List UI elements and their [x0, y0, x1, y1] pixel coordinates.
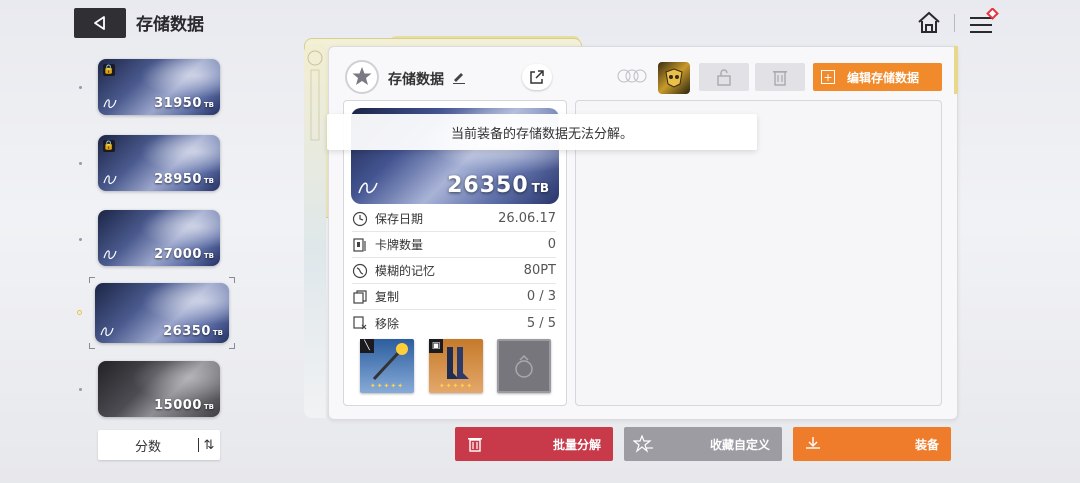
storage-card-4-selected[interactable]: 26350 TB — [95, 283, 229, 343]
home-icon[interactable] — [916, 10, 942, 36]
side-emblem-icon — [307, 50, 323, 141]
lock-icon: 🔒 — [103, 140, 115, 152]
character-avatar — [658, 62, 690, 94]
signature-icon — [100, 327, 114, 337]
selected-card-value: 26350 TB — [447, 173, 549, 198]
storage-card-5[interactable]: 15000 TB — [98, 361, 220, 417]
weapon-stars: ✦✦✦✦✦ — [369, 382, 405, 390]
sort-label: 分数 — [134, 439, 161, 455]
menu-icon[interactable] — [968, 8, 1002, 38]
edit-label: 编辑存储数据 — [847, 70, 920, 85]
equip-slot-armor[interactable]: ▣ ✦✦✦✦✦ — [429, 339, 483, 393]
storage-card-3[interactable]: 27000 TB — [98, 210, 220, 266]
list-dot — [79, 162, 82, 165]
stat-row-fuzzy-memory: 模糊的记忆 80PT — [352, 258, 556, 284]
star-outline-icon — [624, 435, 664, 453]
stat-row-copy: 复制 0 / 3 — [352, 284, 556, 310]
list-dot — [79, 238, 82, 241]
star-badge — [345, 60, 379, 94]
sort-order-icon[interactable]: ⇅ — [199, 438, 219, 453]
equip-slot-accessory-empty[interactable] — [497, 339, 551, 393]
share-button[interactable] — [522, 64, 552, 90]
unlock-icon — [717, 69, 731, 86]
equip-slot-weapon[interactable]: ╲ ✦✦✦✦✦ — [360, 339, 414, 393]
signature-icon — [103, 250, 117, 260]
card-value: 15000 TB — [154, 398, 214, 413]
equip-button[interactable]: 装备 — [793, 427, 951, 461]
card-icon — [353, 237, 366, 252]
lock-icon: 🔒 — [103, 64, 115, 76]
star-icon — [352, 67, 372, 85]
side-strip — [304, 44, 326, 418]
copy-icon — [353, 289, 367, 304]
header-divider — [954, 14, 955, 32]
card-value: 26350 TB — [163, 324, 223, 339]
equip-arrow-icon — [793, 436, 833, 452]
mask-icon — [665, 68, 683, 88]
delete-button[interactable] — [755, 63, 805, 91]
trash-icon — [455, 436, 495, 452]
armor-stars: ✦✦✦✦✦ — [438, 382, 474, 390]
panel-accent — [954, 46, 958, 94]
stat-row-card-count: 卡牌数量 0 — [352, 232, 556, 258]
batch-dismantle-button[interactable]: 批量分解 — [455, 427, 613, 461]
ring-slot-icon — [515, 354, 533, 378]
card-value: 31950 TB — [154, 96, 214, 111]
back-arrow-icon — [94, 16, 105, 30]
memory-icon — [352, 263, 368, 278]
remove-icon — [353, 316, 367, 330]
share-icon — [530, 70, 544, 84]
signature-icon — [358, 182, 378, 194]
card-value: 28950 TB — [154, 172, 214, 187]
signature-icon — [103, 175, 117, 185]
edit-storage-button[interactable]: + 编辑存储数据 — [813, 63, 942, 91]
storage-card-1[interactable]: 🔒 31950 TB — [98, 59, 220, 115]
page-title: 存储数据 — [136, 15, 204, 35]
list-dot — [79, 86, 82, 89]
pencil-icon[interactable] — [452, 70, 466, 84]
stat-row-remove: 移除 5 / 5 — [352, 310, 556, 336]
rings-icon — [617, 69, 647, 83]
panel-title: 存储数据 — [388, 72, 444, 88]
favorite-custom-button[interactable]: 收藏自定义 — [624, 427, 782, 461]
back-button[interactable] — [74, 8, 126, 38]
card-value: 27000 TB — [154, 247, 214, 262]
stat-row-save-date: 保存日期 26.06.17 — [352, 206, 556, 232]
trash-icon — [773, 71, 787, 86]
sort-dropdown[interactable]: 分数 ⇅ — [98, 430, 220, 460]
storage-card-2[interactable]: 🔒 28950 TB — [98, 135, 220, 191]
list-dot-selected — [77, 310, 82, 315]
toast-message: 当前装备的存储数据无法分解。 — [327, 114, 757, 150]
edit-plus-icon: + — [821, 70, 835, 84]
list-dot — [79, 388, 82, 391]
lock-toggle-button[interactable] — [699, 63, 749, 91]
signature-icon — [103, 99, 117, 109]
clock-icon — [352, 211, 368, 226]
